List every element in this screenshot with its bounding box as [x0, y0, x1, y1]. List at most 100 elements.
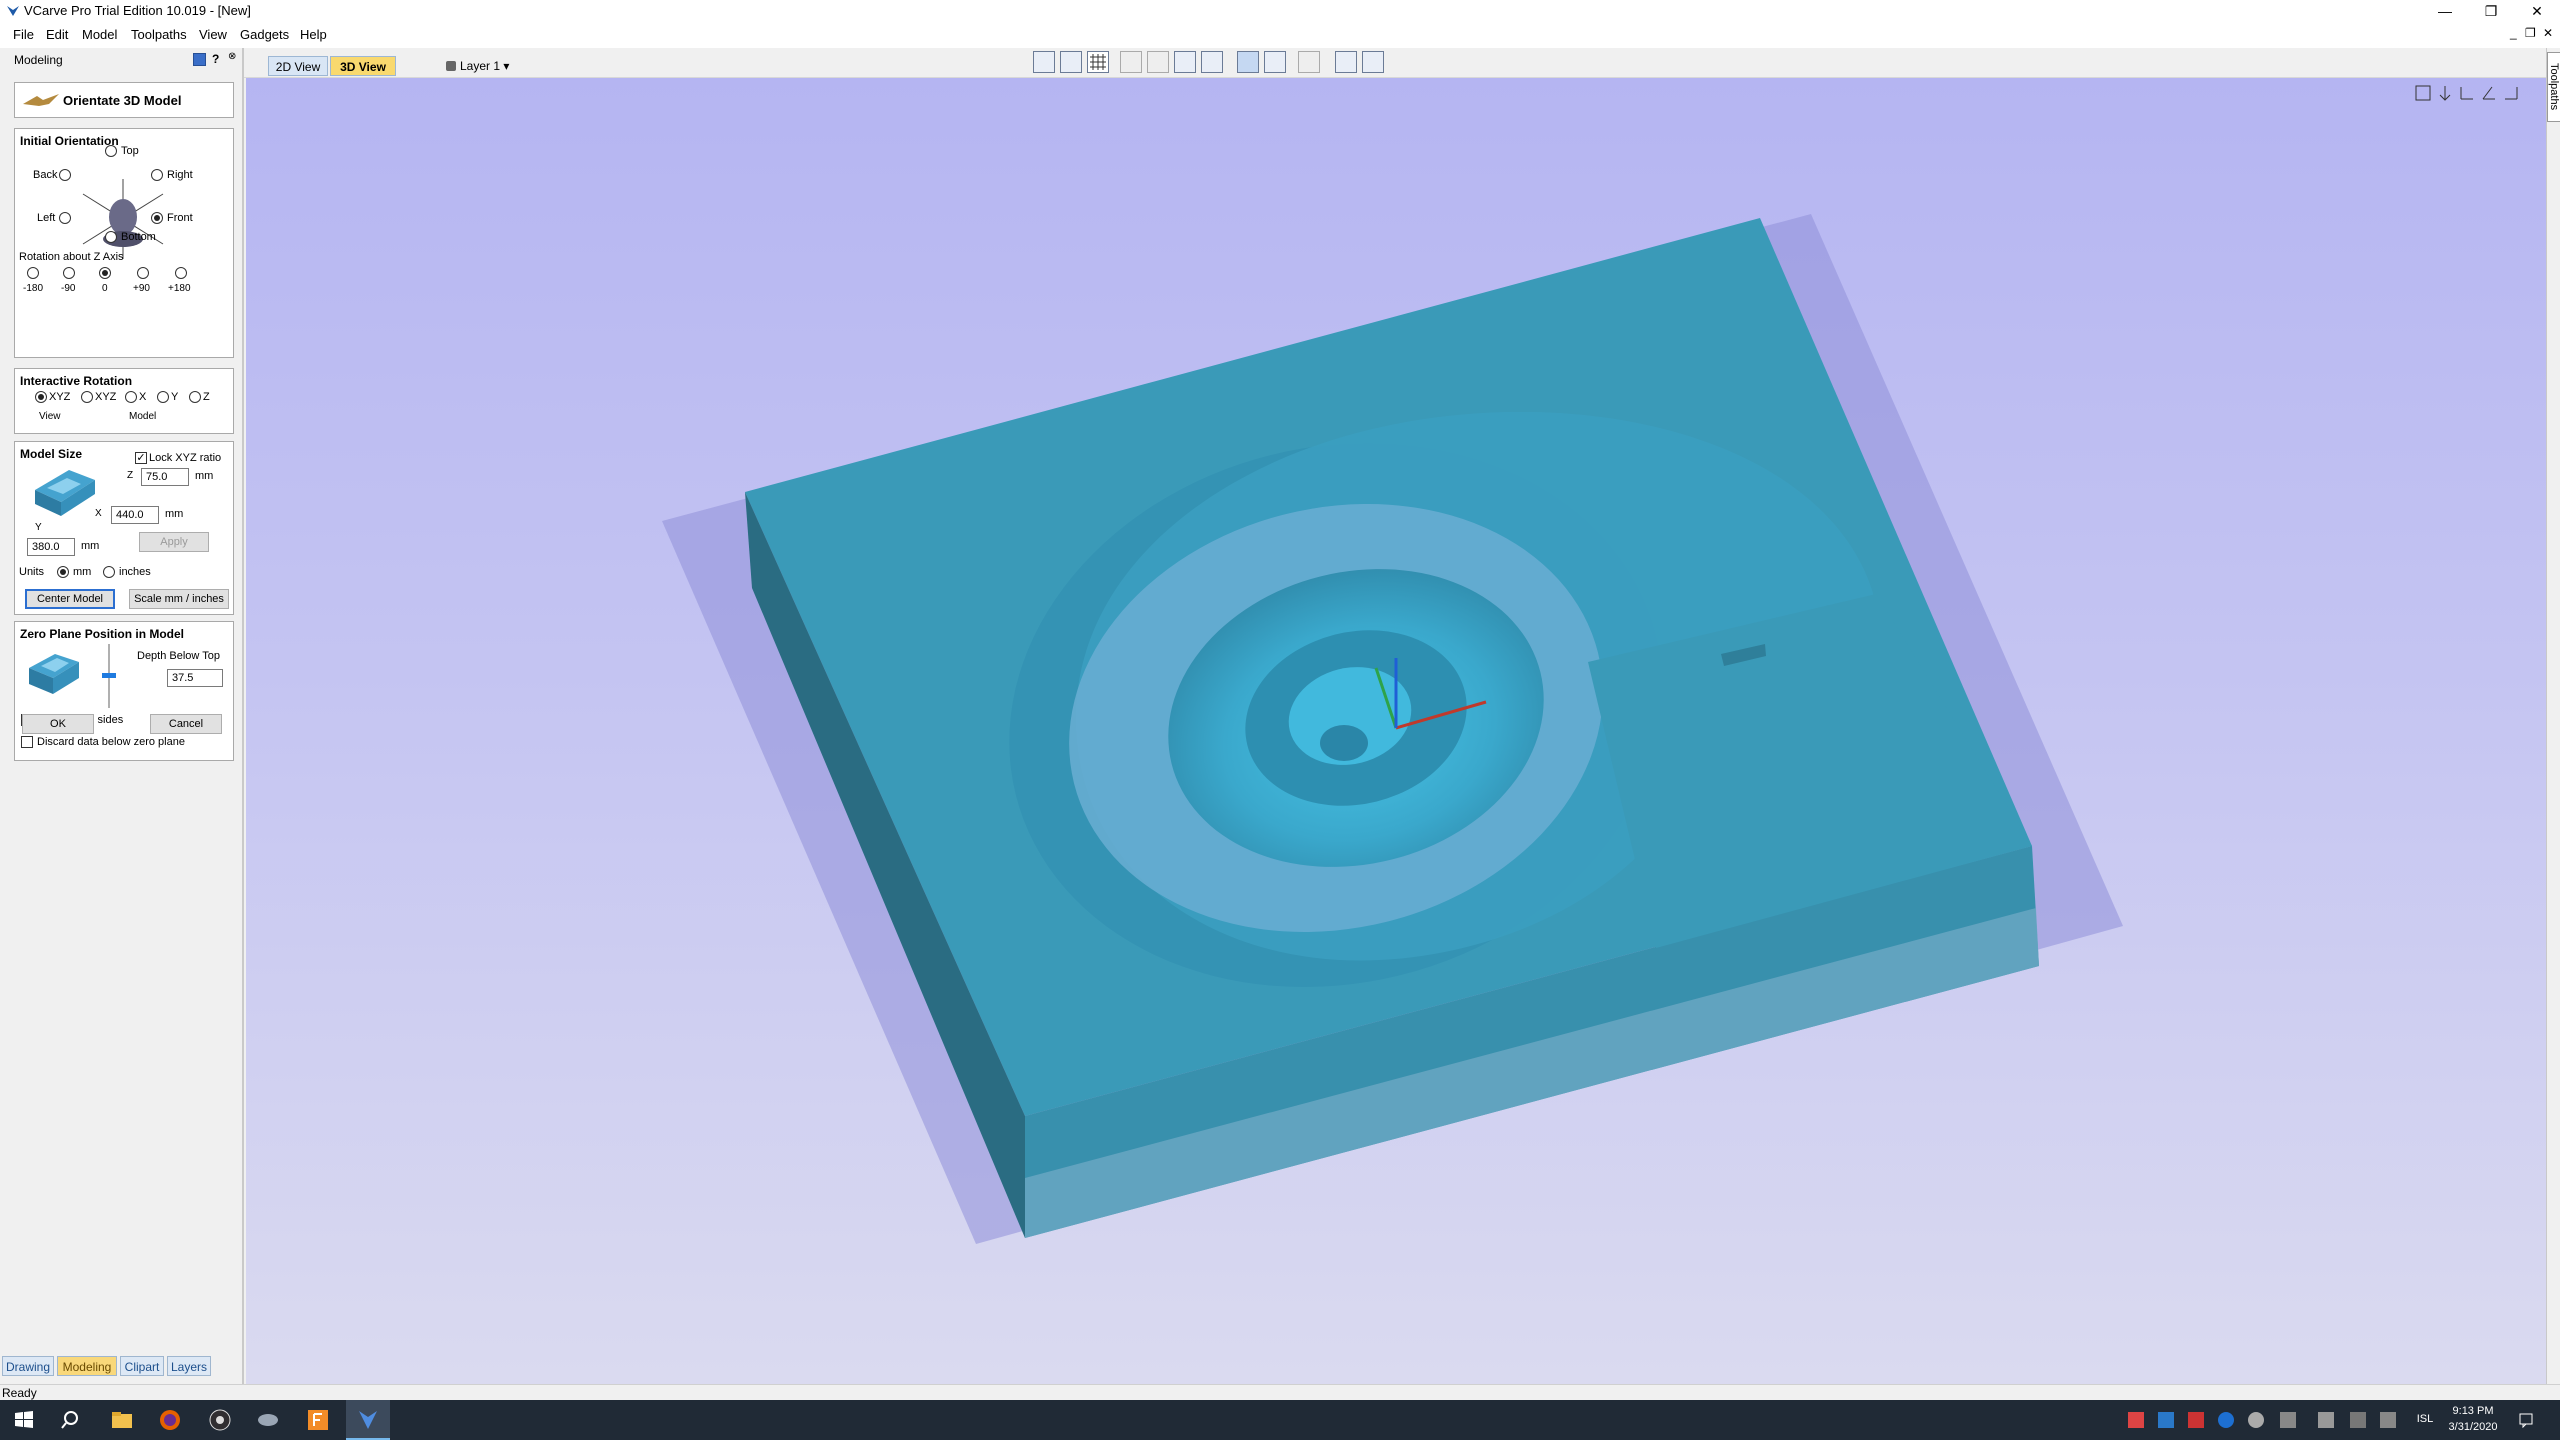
rotation-plus90-radio[interactable]: [137, 267, 149, 279]
view-top-corner-icon[interactable]: [2436, 84, 2454, 102]
zoom-selection-icon[interactable]: [1174, 51, 1196, 73]
3d-viewport[interactable]: [246, 78, 2546, 1384]
menu-toolpaths[interactable]: Toolpaths: [131, 27, 187, 42]
tray-app-icon[interactable]: [2128, 1412, 2144, 1428]
rotation-minus180-radio[interactable]: [27, 267, 39, 279]
scale-units-button[interactable]: Scale mm / inches: [129, 589, 229, 609]
rotation-z-radio[interactable]: [189, 391, 201, 403]
tab-drawing[interactable]: Drawing: [2, 1356, 54, 1376]
menu-help[interactable]: Help: [300, 27, 327, 42]
rotation-y-radio[interactable]: [157, 391, 169, 403]
minimize-icon[interactable]: —: [2422, 0, 2468, 22]
orientation-front-radio[interactable]: [151, 212, 163, 224]
split-view-icon[interactable]: [1335, 51, 1357, 73]
depth-slider-thumb[interactable]: [102, 673, 116, 678]
toolpaths-tab[interactable]: Toolpaths: [2547, 52, 2560, 122]
view-left-corner-icon[interactable]: [2480, 84, 2498, 102]
view-front-corner-icon[interactable]: [2458, 84, 2476, 102]
apply-button[interactable]: Apply: [139, 532, 209, 552]
view-options-icon[interactable]: [1264, 51, 1286, 73]
menu-view[interactable]: View: [199, 27, 227, 42]
menu-edit[interactable]: Edit: [46, 27, 68, 42]
orientation-right-radio[interactable]: [151, 169, 163, 181]
steam-icon[interactable]: [2158, 1412, 2174, 1428]
rotation-model-xyz-radio[interactable]: [81, 391, 93, 403]
mdi-minimize-icon[interactable]: _: [2510, 26, 2517, 40]
tray-app-2-icon[interactable]: [2188, 1412, 2204, 1428]
pin-icon[interactable]: ⊗: [228, 51, 236, 62]
menu-file[interactable]: File: [13, 27, 34, 42]
vcarve-app-icon: [7, 6, 19, 16]
file-explorer-icon[interactable]: [110, 1408, 134, 1432]
cancel-button[interactable]: Cancel: [150, 714, 222, 734]
tray-app-3-icon[interactable]: [2248, 1412, 2264, 1428]
tab-3d-view[interactable]: 3D View: [330, 56, 396, 76]
grid-icon[interactable]: [1087, 51, 1109, 73]
center-model-button[interactable]: Center Model: [25, 589, 115, 609]
bluetooth-icon[interactable]: [2218, 1412, 2234, 1428]
help-icon[interactable]: ?: [212, 52, 219, 66]
menu-gadgets[interactable]: Gadgets: [240, 27, 289, 42]
tab-clipart[interactable]: Clipart: [120, 1356, 164, 1376]
y-size-input[interactable]: 380.0: [27, 538, 75, 556]
depth-label: Depth Below Top: [137, 650, 220, 662]
tab-modeling[interactable]: Modeling: [57, 1356, 117, 1376]
menu-model[interactable]: Model: [82, 27, 117, 42]
tab-2d-view[interactable]: 2D View: [268, 56, 328, 76]
draw-grid-icon[interactable]: [1060, 51, 1082, 73]
rotation-0-radio[interactable]: [99, 267, 111, 279]
rotation-view-xyz-radio[interactable]: [35, 391, 47, 403]
view-iso-corner-icon[interactable]: [2414, 84, 2432, 102]
lock-ratio-checkbox[interactable]: ✓: [135, 452, 147, 464]
rotation-plus180-radio[interactable]: [175, 267, 187, 279]
depth-input[interactable]: 37.5: [167, 669, 223, 687]
draw-vector-icon[interactable]: [1033, 51, 1055, 73]
firefox-icon[interactable]: [158, 1408, 182, 1432]
clock-date[interactable]: 3/31/2020: [2440, 1421, 2506, 1433]
rotation-x-radio[interactable]: [125, 391, 137, 403]
battery-icon[interactable]: [2318, 1412, 2334, 1428]
app-icon[interactable]: [256, 1408, 280, 1432]
units-mm-radio[interactable]: [57, 566, 69, 578]
tile-view-icon[interactable]: [1362, 51, 1384, 73]
close-icon[interactable]: ✕: [2514, 0, 2560, 22]
volume-icon[interactable]: [2380, 1412, 2396, 1428]
panel-mode-icon[interactable]: [193, 53, 206, 66]
notifications-icon[interactable]: [2518, 1412, 2534, 1428]
view-iso-icon[interactable]: [1237, 51, 1259, 73]
material-icon[interactable]: [1298, 51, 1320, 73]
mdi-close-icon[interactable]: ✕: [2543, 26, 2553, 40]
windows-start-icon[interactable]: [12, 1408, 36, 1432]
x-axis-label: X: [95, 508, 102, 519]
obs-icon[interactable]: [208, 1408, 232, 1432]
restore-icon[interactable]: ❐: [2468, 0, 2514, 22]
units-inches-radio[interactable]: [103, 566, 115, 578]
tray-app-4-icon[interactable]: [2280, 1412, 2296, 1428]
rotation-plus90-label: +90: [133, 283, 150, 294]
zoom-model-icon[interactable]: [1201, 51, 1223, 73]
zoom-box-icon[interactable]: [1147, 51, 1169, 73]
units-inches-label: inches: [119, 566, 151, 578]
orientation-back-radio[interactable]: [59, 169, 71, 181]
orientation-left-radio[interactable]: [59, 212, 71, 224]
view-right-corner-icon[interactable]: [2502, 84, 2520, 102]
discard-below-checkbox[interactable]: [21, 736, 33, 748]
z-size-input[interactable]: 75.0: [141, 468, 189, 486]
ok-button[interactable]: OK: [22, 714, 94, 734]
search-icon[interactable]: [60, 1408, 84, 1432]
zoom-all-icon[interactable]: [1120, 51, 1142, 73]
status-text: Ready: [2, 1386, 37, 1400]
clock-time[interactable]: 9:13 PM: [2440, 1405, 2506, 1417]
layer-selector[interactable]: Layer 1 ▾: [446, 56, 509, 76]
mdi-restore-icon[interactable]: ❐: [2525, 26, 2536, 40]
language-indicator[interactable]: ISL: [2410, 1413, 2440, 1425]
orientation-bottom-radio[interactable]: [105, 231, 117, 243]
vcarve-taskbar-button[interactable]: [346, 1400, 390, 1440]
units-label: Units: [19, 566, 45, 578]
x-size-input[interactable]: 440.0: [111, 506, 159, 524]
tab-layers[interactable]: Layers: [167, 1356, 211, 1376]
orientation-top-radio[interactable]: [105, 145, 117, 157]
fusion-icon[interactable]: [306, 1408, 330, 1432]
network-icon[interactable]: [2350, 1412, 2366, 1428]
rotation-minus90-radio[interactable]: [63, 267, 75, 279]
